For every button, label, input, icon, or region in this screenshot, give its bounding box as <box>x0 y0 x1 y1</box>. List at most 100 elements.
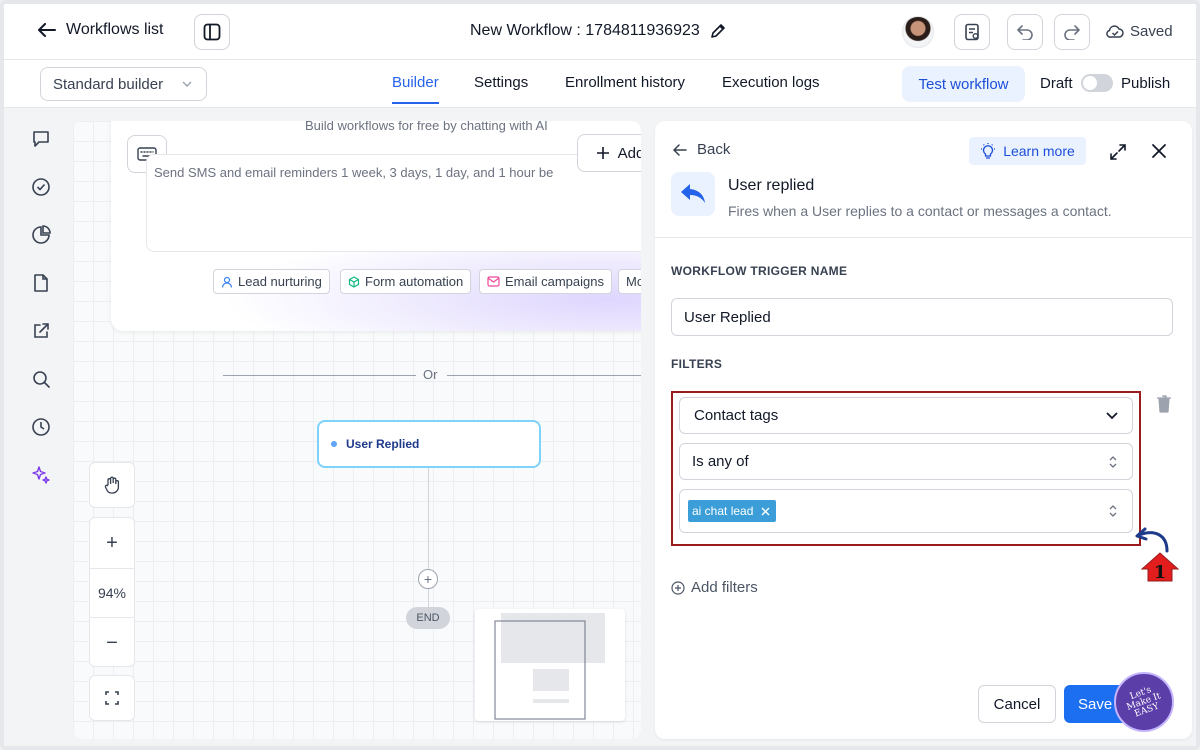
pie-chart-icon[interactable] <box>30 224 52 246</box>
left-rail <box>4 108 72 746</box>
builder-select-value: Standard builder <box>53 75 164 93</box>
chip-form-automation[interactable]: Form automation <box>340 269 472 294</box>
reply-icon <box>681 184 705 203</box>
top-bar: Workflows list New Workflow : 1784811936… <box>4 4 1196 60</box>
pencil-icon[interactable] <box>710 23 726 39</box>
filter-field-value: Contact tags <box>694 407 779 424</box>
save-status: Saved <box>1106 23 1173 40</box>
chip-email-campaigns[interactable]: Email campaigns <box>479 269 612 294</box>
watermark-badge: Let's Make It EASY <box>1114 672 1174 732</box>
trigger-type-icon <box>671 172 715 216</box>
chip-label: Mo <box>626 274 641 289</box>
user-icon <box>221 276 233 288</box>
ai-prompt-input[interactable]: Send SMS and email reminders 1 week, 3 d… <box>146 154 641 252</box>
zoom-level: 94% <box>90 568 134 618</box>
filter-value-multiselect[interactable]: ai chat lead <box>679 489 1133 533</box>
sparkle-icon[interactable] <box>30 464 52 486</box>
trigger-title: User replied <box>728 177 815 194</box>
panel-back-label: Back <box>697 141 731 158</box>
filter-field-select[interactable]: Contact tags <box>679 397 1133 434</box>
secondary-nav: Standard builder Builder Settings Enroll… <box>4 60 1196 108</box>
pan-button[interactable] <box>89 462 135 508</box>
user-avatar[interactable] <box>902 16 934 48</box>
chevron-updown-icon <box>1109 505 1117 517</box>
publish-toggle[interactable] <box>1081 74 1113 92</box>
annotation-step-marker: 1 <box>1140 552 1180 583</box>
arrow-left-icon <box>38 23 56 37</box>
filter-operator-value: Is any of <box>692 453 749 470</box>
chip-more[interactable]: Mo <box>618 269 641 294</box>
chip-lead-nurturing[interactable]: Lead nurturing <box>213 269 330 294</box>
or-label: Or <box>423 367 438 382</box>
zoom-out-button[interactable]: − <box>90 618 134 668</box>
plus-icon <box>596 147 609 159</box>
add-filters-button[interactable]: Add filters <box>671 579 758 596</box>
workflow-canvas[interactable]: Build workflows for free by chatting wit… <box>73 121 641 739</box>
trigger-name-input[interactable]: User Replied <box>671 298 1173 336</box>
lightbulb-icon <box>981 143 996 159</box>
zoom-in-button[interactable]: + <box>90 518 134 568</box>
chip-label: Email campaigns <box>505 274 604 289</box>
tag-label: ai chat lead <box>692 504 754 518</box>
or-divider-left <box>223 375 416 376</box>
add-filters-label: Add filters <box>691 579 758 596</box>
cloud-check-icon <box>1106 24 1124 38</box>
check-circle-icon[interactable] <box>30 176 52 198</box>
tab-enrollment-history[interactable]: Enrollment history <box>565 74 685 91</box>
trigger-name-heading: WORKFLOW TRIGGER NAME <box>671 264 848 278</box>
redo-button[interactable] <box>1054 14 1090 50</box>
tab-settings[interactable]: Settings <box>474 74 528 91</box>
undo-button[interactable] <box>1007 14 1043 50</box>
sidebar-toggle-button[interactable] <box>194 14 230 50</box>
expand-icon <box>105 691 119 705</box>
chat-icon[interactable] <box>30 128 52 150</box>
test-workflow-button[interactable]: Test workflow <box>902 66 1025 102</box>
panel-divider <box>655 237 1192 238</box>
search-icon[interactable] <box>30 368 52 390</box>
undo-icon <box>1017 25 1033 40</box>
trigger-node-label: User Replied <box>346 437 420 451</box>
cancel-button[interactable]: Cancel <box>978 685 1056 723</box>
annotation-number: 1 <box>1153 562 1167 583</box>
chip-label: Lead nurturing <box>238 274 322 289</box>
sidebar-icon <box>203 23 221 41</box>
zoom-controls: + 94% − <box>89 517 135 667</box>
trigger-node-user-replied[interactable]: User Replied <box>317 420 541 468</box>
minimap[interactable] <box>475 609 625 721</box>
cube-icon <box>348 275 360 288</box>
workflows-list-back-button[interactable]: Workflows list <box>38 21 164 39</box>
learn-more-label: Learn more <box>1003 143 1075 159</box>
ai-header-text: Build workflows for free by chatting wit… <box>305 121 548 133</box>
panel-back-button[interactable]: Back <box>673 141 730 158</box>
maximize-icon[interactable] <box>1107 141 1129 163</box>
tab-builder[interactable]: Builder <box>392 74 439 104</box>
selected-tag-chip: ai chat lead <box>688 500 777 522</box>
chevron-updown-icon <box>1109 455 1117 468</box>
tab-execution-logs[interactable]: Execution logs <box>722 74 820 91</box>
fit-view-button[interactable] <box>89 675 135 721</box>
document-icon[interactable] <box>30 272 52 294</box>
external-link-icon[interactable] <box>30 320 52 342</box>
redo-icon <box>1064 25 1080 40</box>
builder-type-select[interactable]: Standard builder <box>40 67 207 101</box>
ai-add-button[interactable]: Add <box>577 134 641 172</box>
chevron-down-icon <box>1106 411 1118 419</box>
publish-label: Publish <box>1121 75 1171 92</box>
workflow-title[interactable]: New Workflow : 1784811936923 <box>470 22 726 40</box>
trigger-config-panel: Back Learn more User replied Fires when … <box>655 121 1192 739</box>
history-icon[interactable] <box>30 416 52 438</box>
delete-filter-button[interactable] <box>1156 395 1172 416</box>
remove-tag-icon[interactable] <box>761 507 770 516</box>
filter-operator-select[interactable]: Is any of <box>679 443 1133 480</box>
status-dot <box>331 441 337 447</box>
learn-more-button[interactable]: Learn more <box>969 137 1086 165</box>
add-action-button[interactable]: + <box>418 569 438 589</box>
minimap-preview <box>494 613 605 720</box>
ai-builder-card: Build workflows for free by chatting wit… <box>111 121 641 331</box>
close-icon[interactable] <box>1148 140 1170 162</box>
end-node: END <box>406 607 450 629</box>
plus-circle-icon <box>671 580 685 595</box>
workflow-stats-button[interactable] <box>954 14 990 50</box>
chevron-down-icon <box>182 81 192 87</box>
hand-icon <box>104 476 120 494</box>
